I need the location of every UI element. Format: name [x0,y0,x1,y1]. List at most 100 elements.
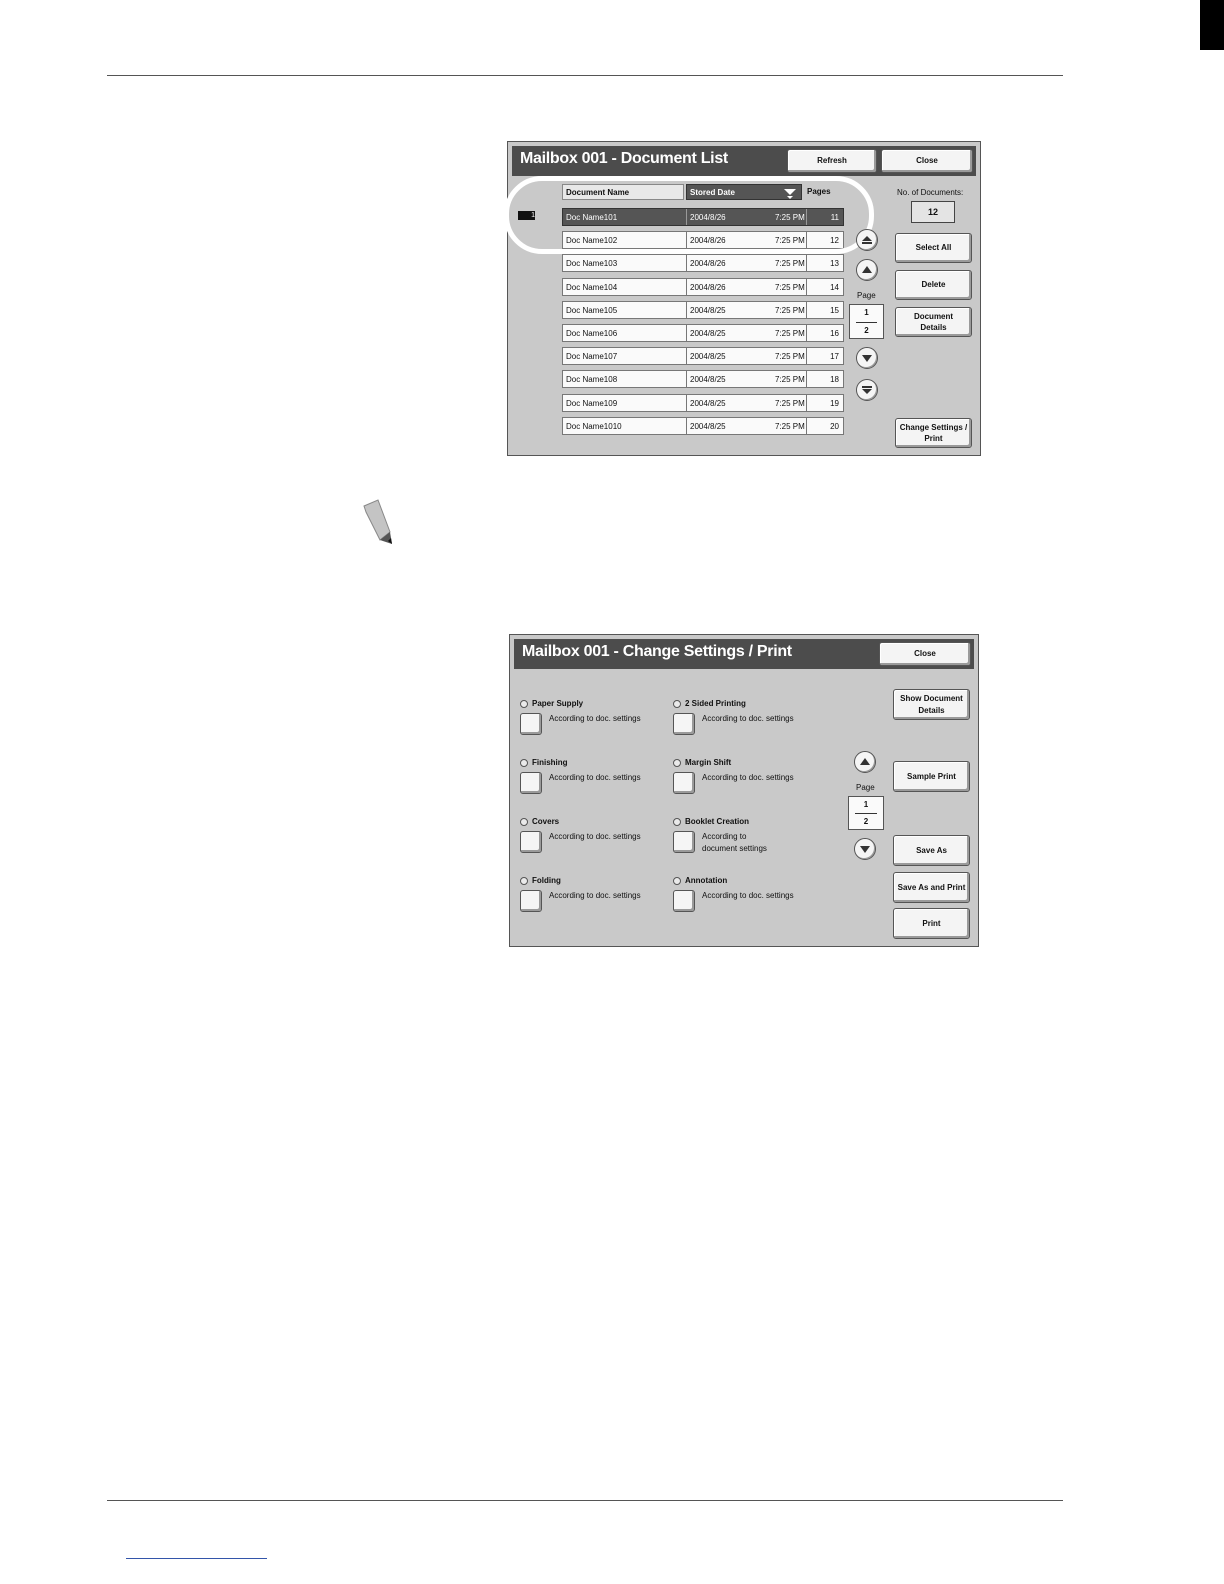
stored-time-cell: 7:25 PM [775,352,805,361]
delete-button[interactable]: Delete [895,270,972,300]
document-name-cell: Doc Name105 [566,306,618,315]
document-name-cell: Doc Name108 [566,375,618,384]
option-title: Finishing [520,758,568,767]
cell-divider [686,325,687,341]
table-row[interactable]: Doc Name107 2004/8/25 7:25 PM 17 [562,347,844,365]
stored-date-cell: 2004/8/25 [690,329,726,338]
option-title-text: Finishing [532,758,568,767]
screen-title: Mailbox 001 - Document List [520,150,728,167]
option-title: Paper Supply [520,699,583,708]
page-total: 2 [864,326,869,335]
option-title: Annotation [673,876,727,885]
pages-cell: 19 [830,399,839,408]
option-button[interactable] [673,713,695,735]
page-label: Page [856,783,875,792]
page-edge-tab [1200,0,1224,50]
no-of-documents-text: No. of Documents [897,188,962,197]
pages-cell: 14 [830,283,839,292]
option-value: According to doc. settings [702,891,794,900]
page-current: 1 [864,308,869,317]
option-title: 2 Sided Printing [673,699,746,708]
option-button[interactable] [673,772,695,794]
cell-divider [686,395,687,411]
option-button[interactable] [520,713,542,735]
cell-divider [806,279,807,295]
stored-time-cell: 7:25 PM [775,375,805,384]
save-as-button[interactable]: Save As [893,835,970,866]
scroll-top-button[interactable] [856,229,878,251]
table-row[interactable]: Doc Name104 2004/8/26 7:25 PM 14 [562,278,844,296]
cell-divider [806,255,807,271]
stored-date-cell: 2004/8/25 [690,422,726,431]
document-name-cell: Doc Name103 [566,259,618,268]
footer-link-underline [126,1558,267,1559]
document-details-button[interactable]: Document Details [895,307,972,337]
select-all-button[interactable]: Select All [895,233,972,263]
stored-date-cell: 2004/8/25 [690,375,726,384]
option-value: According to doc. settings [702,714,794,723]
option-title-text: Annotation [685,876,728,885]
status-indicator-icon [520,699,528,708]
footer-rule [107,1500,1063,1501]
close-button[interactable]: Close [881,149,973,173]
stored-time-cell: 7:25 PM [775,422,805,431]
refresh-button[interactable]: Refresh [787,149,877,173]
page-divider [855,813,877,814]
table-row[interactable]: Doc Name103 2004/8/26 7:25 PM 13 [562,254,844,272]
option-button[interactable] [520,831,542,853]
status-indicator-icon [520,817,528,826]
page-indicator: 1 2 [849,304,884,339]
option-title-text: Covers [532,817,560,826]
cell-divider [686,279,687,295]
option-button[interactable] [673,890,695,912]
change-settings-print-button[interactable]: Change Settings / Print [895,418,972,448]
page-label: Page [857,291,876,300]
print-button[interactable]: Print [893,908,970,939]
stored-time-cell: 7:25 PM [775,399,805,408]
table-row[interactable]: Doc Name105 2004/8/25 7:25 PM 15 [562,301,844,319]
sample-print-button[interactable]: Sample Print [893,761,970,792]
stored-date-cell: 2004/8/26 [690,259,726,268]
document-name-cell: Doc Name107 [566,352,618,361]
table-row[interactable]: Doc Name109 2004/8/25 7:25 PM 19 [562,394,844,412]
document-name-cell: Doc Name104 [566,283,618,292]
scroll-up-button[interactable] [856,259,878,281]
option-button[interactable] [520,772,542,794]
cell-divider [806,348,807,364]
change-settings-screen: Mailbox 001 - Change Settings / Print Cl… [509,634,979,947]
up-arrow-icon [862,266,872,273]
table-row[interactable]: Doc Name106 2004/8/25 7:25 PM 16 [562,324,844,342]
document-name-cell: Doc Name1010 [566,422,622,431]
no-of-documents-label: No. of Documents: [897,188,964,197]
stored-time-cell: 7:25 PM [775,283,805,292]
save-as-and-print-button[interactable]: Save As and Print [893,872,970,903]
show-document-details-button[interactable]: Show Document Details [893,689,970,720]
down-arrow-icon [860,846,870,853]
cell-divider [686,348,687,364]
pages-cell: 17 [830,352,839,361]
stored-date-cell: 2004/8/26 [690,283,726,292]
header-rule [107,75,1063,76]
page-divider [856,321,877,323]
table-row[interactable]: Doc Name108 2004/8/25 7:25 PM 18 [562,370,844,388]
stored-date-cell: 2004/8/25 [690,352,726,361]
status-indicator-icon [673,699,681,708]
no-of-documents-value: 12 [911,201,955,223]
option-button[interactable] [673,831,695,853]
stored-time-cell: 7:25 PM [775,306,805,315]
page-down-button[interactable] [854,838,876,860]
cell-divider [806,325,807,341]
option-value: According to document settings [702,832,767,853]
option-title: Margin Shift [673,758,731,767]
table-row[interactable]: Doc Name1010 2004/8/25 7:25 PM 20 [562,417,844,435]
option-value: According to doc. settings [549,891,641,900]
status-indicator-icon [520,876,528,885]
stored-date-cell: 2004/8/25 [690,399,726,408]
scroll-down-button[interactable] [856,347,878,369]
close-button[interactable]: Close [879,642,971,666]
pages-cell: 18 [830,375,839,384]
option-value: According to doc. settings [549,832,641,841]
scroll-bottom-button[interactable] [856,379,878,401]
page-up-button[interactable] [854,751,876,773]
option-button[interactable] [520,890,542,912]
